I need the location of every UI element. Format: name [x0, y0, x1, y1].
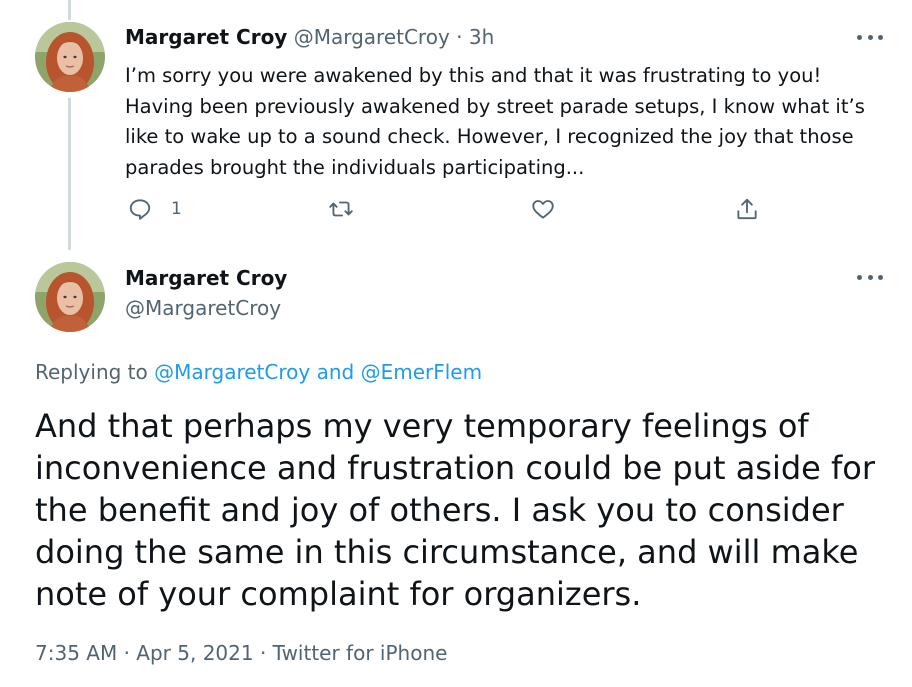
- tweet-text: I’m sorry you were awakened by this and …: [125, 61, 885, 183]
- replying-to: Replying to @MargaretCroy and @EmerFlem: [35, 360, 482, 384]
- share-button[interactable]: [734, 196, 760, 222]
- avatar[interactable]: [35, 22, 105, 92]
- retweet-icon: [329, 201, 353, 217]
- avatar[interactable]: [35, 262, 105, 332]
- retweet-button[interactable]: [328, 196, 354, 222]
- tweet-text-line: doing the same in this circumstance, and…: [35, 533, 859, 571]
- share-icon: [737, 198, 757, 220]
- tweet-source[interactable]: Twitter for iPhone: [273, 641, 448, 665]
- tweet-text-line: I’m sorry you were awakened by this and …: [125, 64, 822, 87]
- replying-and[interactable]: and: [317, 360, 355, 384]
- reply-button[interactable]: 1: [127, 196, 182, 222]
- mention-link[interactable]: @MargaretCroy: [154, 360, 310, 384]
- tweet-text-line: like to wake up to a sound check. Howeve…: [125, 125, 854, 148]
- separator: ·: [259, 641, 267, 665]
- more-icon[interactable]: [857, 30, 883, 44]
- thread-connector-top: [68, 0, 71, 20]
- tweet-text-line: note of your complaint for organizers.: [35, 575, 642, 613]
- more-icon[interactable]: [857, 270, 883, 284]
- author-name[interactable]: Margaret Croy: [125, 25, 287, 49]
- tweet-meta: 7:35 AM · Apr 5, 2021 · Twitter for iPho…: [35, 641, 447, 665]
- reply-count: 1: [171, 199, 182, 219]
- tweet-text-line: parades brought the individuals particip…: [125, 155, 585, 179]
- author-handle[interactable]: @MargaretCroy: [294, 25, 450, 49]
- like-button[interactable]: [530, 196, 556, 222]
- tweet-text-line: inconvenience and frustration could be p…: [35, 449, 876, 487]
- replying-label: Replying to: [35, 360, 148, 384]
- tweet-time[interactable]: 7:35 AM: [35, 641, 117, 665]
- mention-link[interactable]: @EmerFlem: [361, 360, 483, 384]
- tweet-text-line: the benefit and joy of others. I ask you…: [35, 491, 844, 529]
- separator: ·: [123, 641, 130, 665]
- author-name[interactable]: Margaret Croy: [125, 266, 287, 290]
- tweet-text: And that perhaps my very temporary feeli…: [35, 405, 895, 615]
- tweet-time[interactable]: 3h: [469, 25, 494, 49]
- reply-icon: [129, 199, 151, 220]
- thread-connector: [68, 98, 71, 250]
- tweet-header: Margaret Croy @MargaretCroy · 3h: [125, 25, 494, 49]
- author-handle[interactable]: @MargaretCroy: [125, 296, 281, 320]
- tweet-thread: Margaret Croy @MargaretCroy · 3h I’m sor…: [0, 0, 912, 687]
- heart-icon: [532, 200, 554, 219]
- tweet-text-line: And that perhaps my very temporary feeli…: [35, 407, 809, 445]
- tweet-text-line: Having been previously awakened by stree…: [125, 94, 865, 118]
- separator: ·: [456, 25, 463, 49]
- tweet-date[interactable]: Apr 5, 2021: [136, 641, 253, 665]
